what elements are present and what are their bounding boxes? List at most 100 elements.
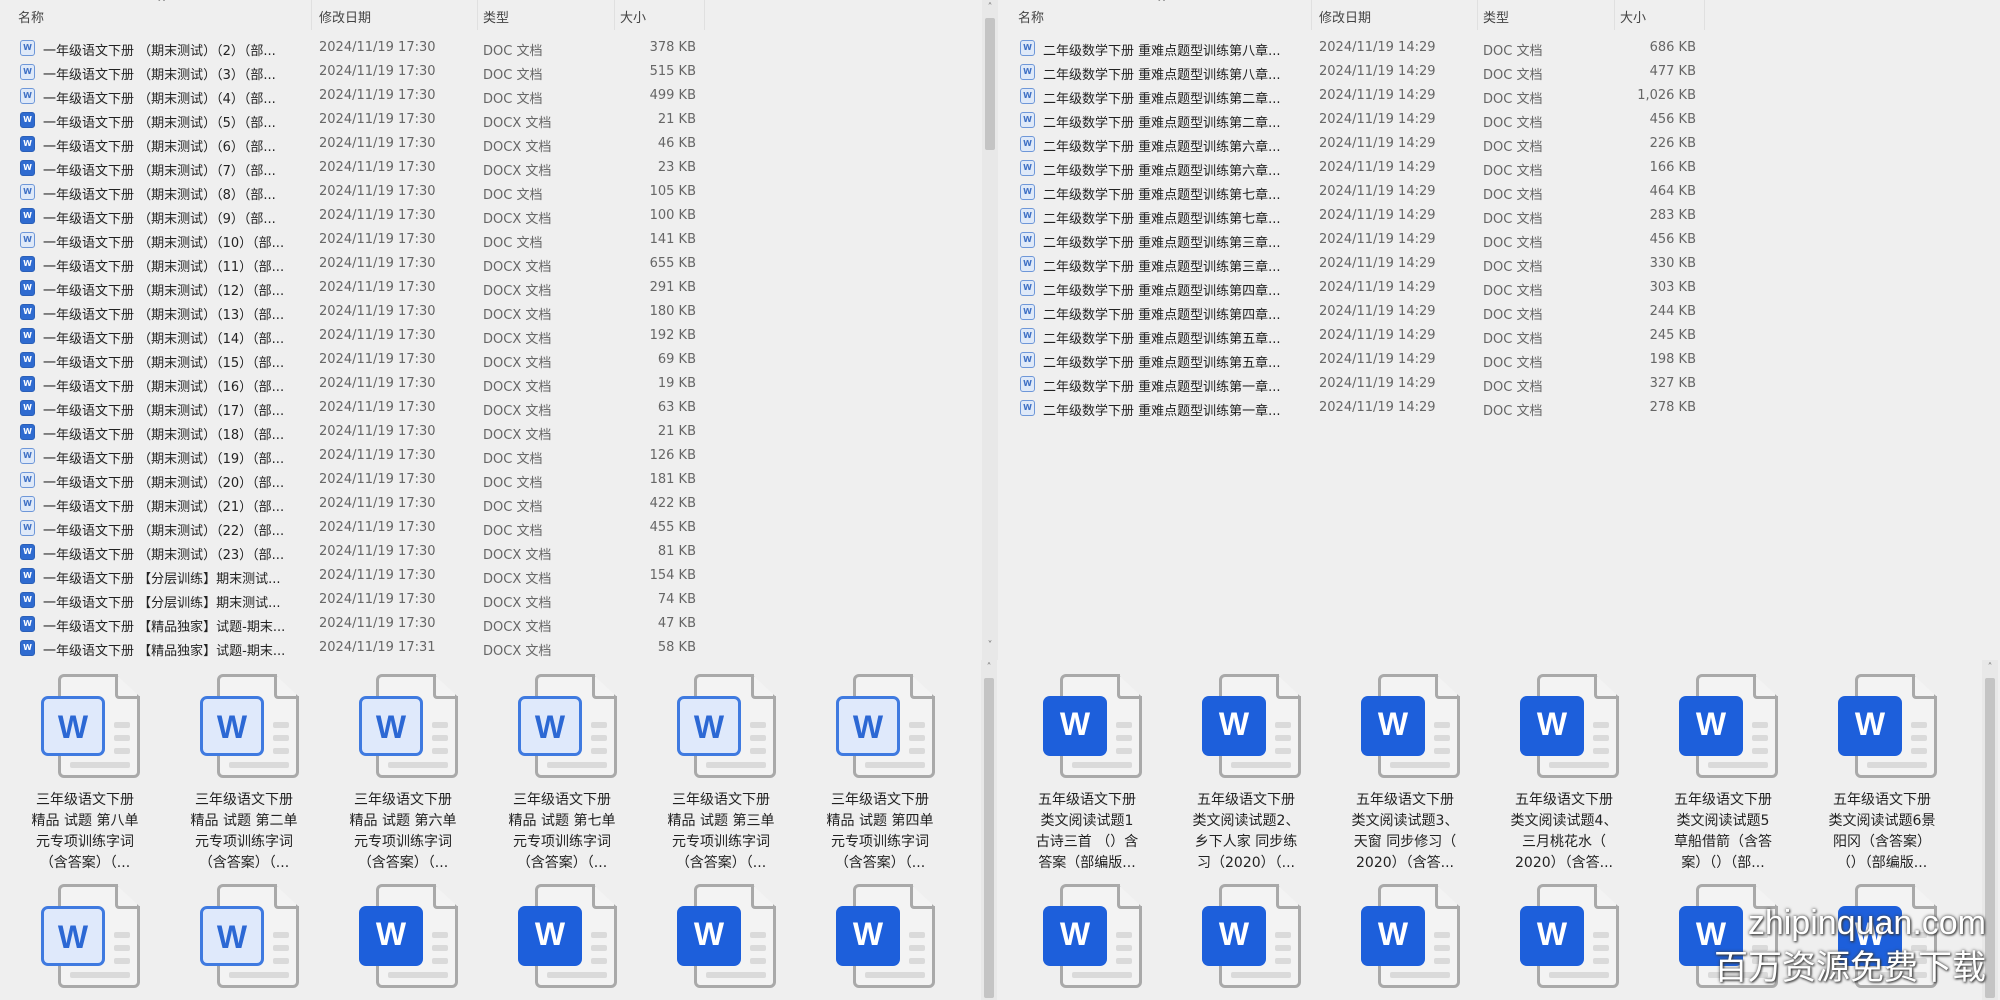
file-tile[interactable]: W 五年级语文下册 类文阅读试题2、 乡下人家 同步练 习（2020）（... — [1171, 674, 1321, 871]
file-row[interactable]: W 一年级语文下册 （期末测试）（20）（部... 2024/11/19 17:30… — [0, 468, 704, 492]
file-tile[interactable]: W 三年级语文下册 精品 试题 第二单 元专项训练字词 （含答案）（... — [169, 674, 319, 871]
file-row[interactable]: W 一年级语文下册 （期末测试）（16）（部... 2024/11/19 17:30… — [0, 372, 704, 396]
file-row[interactable]: W 一年级语文下册 （期末测试）（6）（部... 2024/11/19 17:30 D… — [0, 132, 704, 156]
word-document-icon: W — [1012, 884, 1162, 988]
file-row[interactable]: W 一年级语文下册 （期末测试）（10）（部... 2024/11/19 17:30… — [0, 228, 704, 252]
column-name[interactable]: 名称 — [1018, 7, 1044, 26]
file-tile[interactable]: W — [805, 884, 955, 988]
file-tile[interactable]: W 五年级语文下册 类文阅读试题6景 阳冈（含答案） （）（部编版... — [1807, 674, 1957, 871]
file-row[interactable]: W 二年级数学下册 重难点题型训练第三章... 2024/11/19 14:29 DO… — [1000, 252, 1704, 276]
column-size[interactable]: 大小 — [620, 7, 646, 26]
file-row[interactable]: W 一年级语文下册 （期末测试）（22）（部... 2024/11/19 17:30… — [0, 516, 704, 540]
file-row[interactable]: W 一年级语文下册 （期末测试）（9）（部... 2024/11/19 17:30 D… — [0, 204, 704, 228]
file-tile[interactable]: W — [1012, 884, 1162, 988]
file-tile[interactable]: W 三年级语文下册 精品 试题 第八单 元专项训练字词 （含答案）（... — [10, 674, 160, 871]
file-row[interactable]: W 二年级数学下册 重难点题型训练第七章... 2024/11/19 14:29 DO… — [1000, 204, 1704, 228]
file-row[interactable]: W 一年级语文下册 （期末测试）（14）（部... 2024/11/19 17:30… — [0, 324, 704, 348]
file-row[interactable]: W 一年级语文下册 （期末测试）（23）（部... 2024/11/19 17:30… — [0, 540, 704, 564]
docx-file-icon: W — [20, 280, 35, 296]
word-logo: W — [518, 906, 582, 966]
file-row[interactable]: W 一年级语文下册 （期末测试）（18）（部... 2024/11/19 17:30… — [0, 420, 704, 444]
scroll-down-arrow[interactable]: ˅ — [982, 640, 998, 651]
file-row[interactable]: W 一年级语文下册 （期末测试）（15）（部... 2024/11/19 17:30… — [0, 348, 704, 372]
file-row[interactable]: W 一年级语文下册 （期末测试）（19）（部... 2024/11/19 17:30… — [0, 444, 704, 468]
file-tile[interactable]: W — [487, 884, 637, 988]
file-row[interactable]: W 二年级数学下册 重难点题型训练第二章... 2024/11/19 14:29 DO… — [1000, 108, 1704, 132]
column-divider[interactable] — [477, 0, 478, 30]
column-divider[interactable] — [704, 0, 705, 30]
file-row[interactable]: W 二年级数学下册 重难点题型训练第四章... 2024/11/19 14:29 DO… — [1000, 276, 1704, 300]
column-divider[interactable] — [1704, 0, 1705, 30]
column-divider[interactable] — [1477, 0, 1478, 30]
scrollbar-thumb[interactable] — [984, 678, 994, 998]
column-date[interactable]: 修改日期 — [319, 7, 371, 26]
scrollbar-thumb[interactable] — [1985, 678, 1995, 998]
file-row[interactable]: W 二年级数学下册 重难点题型训练第四章... 2024/11/19 14:29 DO… — [1000, 300, 1704, 324]
file-row[interactable]: W 二年级数学下册 重难点题型训练第八章... 2024/11/19 14:29 DO… — [1000, 36, 1704, 60]
vertical-scrollbar[interactable]: ˄ — [981, 660, 997, 1000]
scroll-up-arrow[interactable]: ˄ — [982, 2, 998, 13]
file-tile[interactable]: W — [10, 884, 160, 988]
file-row[interactable]: W 二年级数学下册 重难点题型训练第七章... 2024/11/19 14:29 DO… — [1000, 180, 1704, 204]
column-divider[interactable] — [614, 0, 615, 30]
file-row[interactable]: W 一年级语文下册 （期末测试）（7）（部... 2024/11/19 17:30 D… — [0, 156, 704, 180]
caption-line: 三年级语文下册 — [36, 792, 134, 808]
file-row[interactable]: W 二年级数学下册 重难点题型训练第六章... 2024/11/19 14:29 DO… — [1000, 132, 1704, 156]
file-row[interactable]: W 一年级语文下册 （期末测试）（8）（部... 2024/11/19 17:30 D… — [0, 180, 704, 204]
file-row[interactable]: W 二年级数学下册 重难点题型训练第三章... 2024/11/19 14:29 DO… — [1000, 228, 1704, 252]
file-row[interactable]: W 一年级语文下册 【精品独家】试题-期末... 2024/11/19 17:30 D… — [0, 612, 704, 636]
file-size: 192 KB — [649, 328, 696, 343]
file-tile[interactable]: W 五年级语文下册 类文阅读试题3、 天窗 同步修习（ 2020）（含答... — [1330, 674, 1480, 871]
file-tile[interactable]: W 三年级语文下册 精品 试题 第七单 元专项训练字词 （含答案）（... — [487, 674, 637, 871]
vertical-scrollbar[interactable]: ˄ ˅ — [982, 0, 998, 660]
file-tile[interactable]: W — [646, 884, 796, 988]
file-row[interactable]: W 一年级语文下册 （期末测试）（11）（部... 2024/11/19 17:30… — [0, 252, 704, 276]
scroll-up-arrow[interactable]: ˄ — [1982, 662, 1998, 673]
file-tile[interactable]: W — [328, 884, 478, 988]
file-row[interactable]: W 一年级语文下册 【分层训练】期末测试... 2024/11/19 17:30 DO… — [0, 588, 704, 612]
file-row[interactable]: W 一年级语文下册 （期末测试）（13）（部... 2024/11/19 17:30… — [0, 300, 704, 324]
scroll-up-arrow[interactable]: ˄ — [981, 662, 997, 673]
file-tile[interactable]: W 三年级语文下册 精品 试题 第四单 元专项训练字词 （含答案）（... — [805, 674, 955, 871]
file-tile[interactable]: W — [1330, 884, 1480, 988]
file-date: 2024/11/19 14:29 — [1319, 64, 1436, 79]
file-row[interactable]: W 二年级数学下册 重难点题型训练第一章... 2024/11/19 14:29 DO… — [1000, 396, 1704, 420]
column-type[interactable]: 类型 — [1483, 7, 1509, 26]
column-name[interactable]: 名称 — [18, 7, 44, 26]
file-row[interactable]: W 二年级数学下册 重难点题型训练第五章... 2024/11/19 14:29 DO… — [1000, 324, 1704, 348]
file-row[interactable]: W 一年级语文下册 【精品独家】试题-期末... 2024/11/19 17:31 D… — [0, 636, 704, 660]
text-line — [909, 748, 925, 754]
docx-file-icon: W — [20, 544, 35, 560]
file-tile[interactable]: W — [1171, 884, 1321, 988]
file-row[interactable]: W 二年级数学下册 重难点题型训练第二章... 2024/11/19 14:29 DO… — [1000, 84, 1704, 108]
file-row[interactable]: W 一年级语文下册 （期末测试）（21）（部... 2024/11/19 17:30… — [0, 492, 704, 516]
file-tile[interactable]: W 五年级语文下册 类文阅读试题1 古诗三首 （）含 答案（部编版... — [1012, 674, 1162, 871]
file-tile[interactable]: W 三年级语文下册 精品 试题 第六单 元专项训练字词 （含答案）（... — [328, 674, 478, 871]
file-row[interactable]: W 二年级数学下册 重难点题型训练第六章... 2024/11/19 14:29 DO… — [1000, 156, 1704, 180]
file-type: DOC 文档 — [1483, 332, 1543, 347]
file-row[interactable]: W 一年级语文下册 （期末测试）（5）（部... 2024/11/19 17:30 D… — [0, 108, 704, 132]
column-divider[interactable] — [311, 0, 312, 30]
file-tile[interactable]: W 五年级语文下册 类文阅读试题4、 三月桃花水（ 2020）（含答... — [1489, 674, 1639, 871]
column-divider[interactable] — [1614, 0, 1615, 30]
column-size[interactable]: 大小 — [1620, 7, 1646, 26]
file-row[interactable]: W 二年级数学下册 重难点题型训练第八章... 2024/11/19 14:29 DO… — [1000, 60, 1704, 84]
file-row[interactable]: W 一年级语文下册 （期末测试）（17）（部... 2024/11/19 17:30… — [0, 396, 704, 420]
file-row[interactable]: W 一年级语文下册 （期末测试）（2）（部... 2024/11/19 17:30 D… — [0, 36, 704, 60]
file-row[interactable]: W 一年级语文下册 （期末测试）（12）（部... 2024/11/19 17:30… — [0, 276, 704, 300]
file-row[interactable]: W 一年级语文下册 （期末测试）（3）（部... 2024/11/19 17:30 D… — [0, 60, 704, 84]
column-divider[interactable] — [1311, 0, 1312, 30]
file-tile[interactable]: W 五年级语文下册 类文阅读试题5 草船借箭（含答 案）（）（部... — [1648, 674, 1798, 871]
file-tile[interactable]: W 三年级语文下册 精品 试题 第三单 元专项训练字词 （含答案）（... — [646, 674, 796, 871]
file-row[interactable]: W 二年级数学下册 重难点题型训练第五章... 2024/11/19 14:29 DO… — [1000, 348, 1704, 372]
scrollbar-thumb[interactable] — [985, 18, 995, 150]
file-tile[interactable]: W — [169, 884, 319, 988]
file-date: 2024/11/19 17:30 — [319, 376, 436, 391]
file-row[interactable]: W 一年级语文下册 【分层训练】期末测试... 2024/11/19 17:30 DO… — [0, 564, 704, 588]
file-row[interactable]: W 二年级数学下册 重难点题型训练第一章... 2024/11/19 14:29 DO… — [1000, 372, 1704, 396]
file-row[interactable]: W 一年级语文下册 （期末测试）（4）（部... 2024/11/19 17:30 D… — [0, 84, 704, 108]
column-type[interactable]: 类型 — [483, 7, 509, 26]
file-tile[interactable]: W — [1489, 884, 1639, 988]
file-name: 二年级数学下册 重难点题型训练第八章... — [1043, 44, 1281, 59]
column-date[interactable]: 修改日期 — [1319, 7, 1371, 26]
